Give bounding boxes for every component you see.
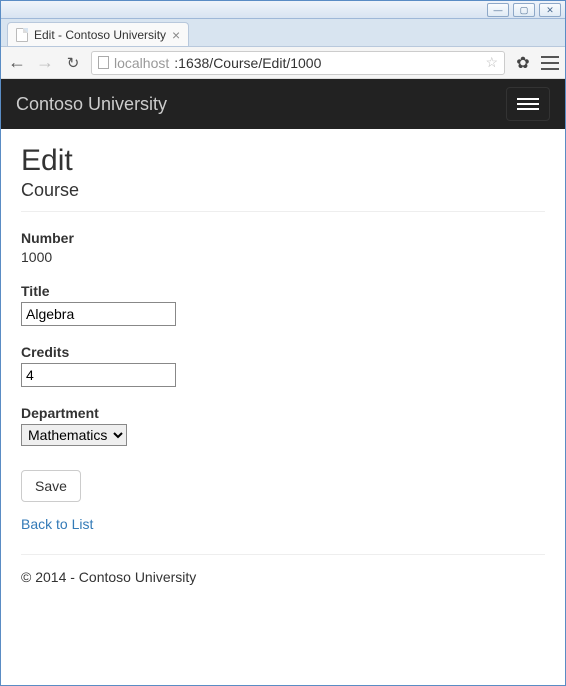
bookmark-star-icon[interactable]: ☆ — [485, 54, 498, 71]
save-button[interactable]: Save — [21, 470, 81, 502]
credits-input[interactable] — [21, 363, 176, 387]
page-viewport: Contoso University Edit Course Number 10… — [1, 79, 565, 685]
navbar-toggle-button[interactable] — [506, 87, 550, 121]
page-subtitle: Course — [21, 180, 545, 201]
credits-label: Credits — [21, 344, 545, 360]
tab-title: Edit - Contoso University — [34, 28, 166, 42]
window-minimize-button[interactable]: — — [487, 3, 509, 17]
settings-gear-icon[interactable]: ✿ — [513, 53, 533, 73]
department-label: Department — [21, 405, 545, 421]
navbar-brand[interactable]: Contoso University — [16, 94, 167, 115]
window-titlebar: — ▢ ✕ — [1, 1, 565, 19]
title-label: Title — [21, 283, 545, 299]
site-navbar: Contoso University — [1, 79, 565, 129]
window-frame: — ▢ ✕ Edit - Contoso University × ← → ↻ … — [0, 0, 566, 686]
back-button[interactable]: ← — [7, 52, 27, 73]
footer-divider — [21, 554, 545, 555]
forward-button[interactable]: → — [35, 52, 55, 73]
tab-close-icon[interactable]: × — [172, 28, 180, 42]
page-title: Edit — [21, 144, 545, 178]
hamburger-bar — [517, 98, 539, 100]
url-path: :1638/Course/Edit/1000 — [174, 55, 321, 71]
reload-button[interactable]: ↻ — [63, 54, 83, 72]
browser-toolbar: ← → ↻ localhost:1638/Course/Edit/1000 ☆ … — [1, 47, 565, 79]
form-group-credits: Credits — [21, 344, 545, 387]
browser-tab-strip: Edit - Contoso University × — [1, 19, 565, 47]
title-input[interactable] — [21, 302, 176, 326]
window-close-button[interactable]: ✕ — [539, 3, 561, 17]
browser-tab[interactable]: Edit - Contoso University × — [7, 22, 189, 46]
divider — [21, 211, 545, 212]
page-icon — [16, 28, 28, 42]
form-group-number: Number 1000 — [21, 230, 545, 265]
hamburger-bar — [517, 108, 539, 110]
site-icon — [98, 56, 109, 69]
number-value: 1000 — [21, 249, 545, 265]
address-bar[interactable]: localhost :1638/Course/Edit/1000 ☆ — [91, 51, 505, 75]
footer-text: © 2014 - Contoso University — [21, 569, 545, 585]
back-to-list-link[interactable]: Back to List — [21, 516, 93, 532]
form-group-department: Department Mathematics — [21, 405, 545, 446]
number-label: Number — [21, 230, 545, 246]
hamburger-bar — [517, 103, 539, 105]
url-host: localhost — [114, 55, 169, 71]
window-maximize-button[interactable]: ▢ — [513, 3, 535, 17]
page-container: Edit Course Number 1000 Title Credits De… — [1, 129, 565, 605]
form-group-title: Title — [21, 283, 545, 326]
hamburger-menu-icon[interactable] — [541, 56, 559, 70]
department-select[interactable]: Mathematics — [21, 424, 127, 446]
